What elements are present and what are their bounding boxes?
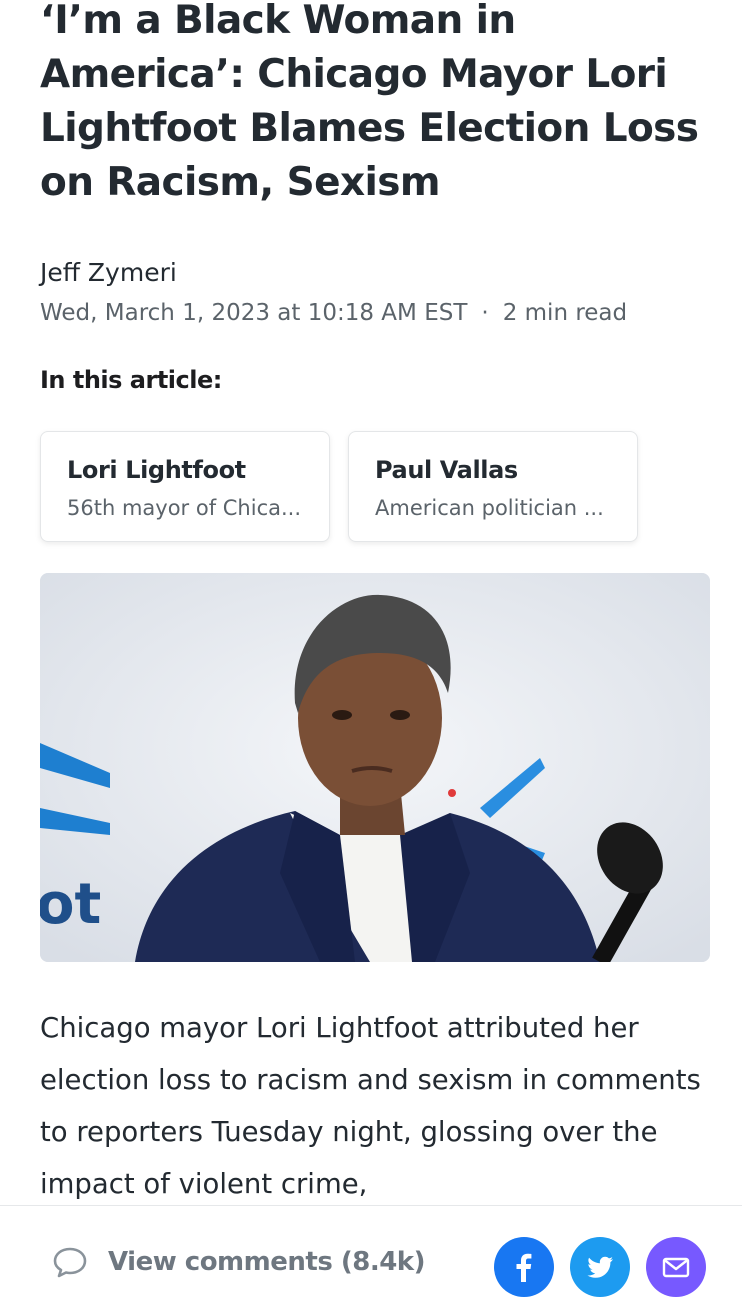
- share-twitter-button[interactable]: [570, 1237, 630, 1297]
- meta-separator: ·: [481, 300, 489, 326]
- in-this-article-heading: In this article:: [40, 366, 222, 394]
- entity-name: Lori Lightfoot: [67, 456, 246, 484]
- entity-card-lori-lightfoot[interactable]: Lori Lightfoot 56th mayor of Chica...: [40, 431, 330, 542]
- share-facebook-button[interactable]: [494, 1237, 554, 1297]
- author-name[interactable]: Jeff Zymeri: [40, 258, 177, 287]
- read-time: 2 min read: [502, 300, 628, 326]
- publish-date: Wed, March 1, 2023 at 10:18 AM EST: [40, 300, 468, 326]
- article-photo[interactable]: ot: [40, 573, 710, 962]
- entity-name: Paul Vallas: [375, 456, 518, 484]
- article-body-paragraph: Chicago mayor Lori Lightfoot attributed …: [40, 1012, 701, 1200]
- photo-illustration: ot: [40, 573, 710, 962]
- entity-card-paul-vallas[interactable]: Paul Vallas American politician ...: [348, 431, 638, 542]
- bottom-action-bar: View comments (8.4k): [0, 1205, 742, 1307]
- facebook-icon: [516, 1253, 532, 1282]
- article-headline: ‘I’m a Black Woman in America’: Chicago …: [40, 0, 699, 205]
- entity-description: American politician ...: [375, 496, 604, 520]
- share-mail-button[interactable]: [646, 1237, 706, 1297]
- twitter-icon: [587, 1256, 613, 1278]
- mail-icon: [662, 1257, 690, 1278]
- backdrop-text: ot: [40, 872, 101, 937]
- article-meta: Wed, March 1, 2023 at 10:18 AM EST · 2 min…: [40, 300, 627, 326]
- entity-description: 56th mayor of Chica...: [67, 496, 302, 520]
- comment-bubble-icon: [53, 1247, 87, 1278]
- view-comments-label: View comments (8.4k): [108, 1247, 425, 1277]
- view-comments-button[interactable]: View comments (8.4k): [52, 1244, 425, 1280]
